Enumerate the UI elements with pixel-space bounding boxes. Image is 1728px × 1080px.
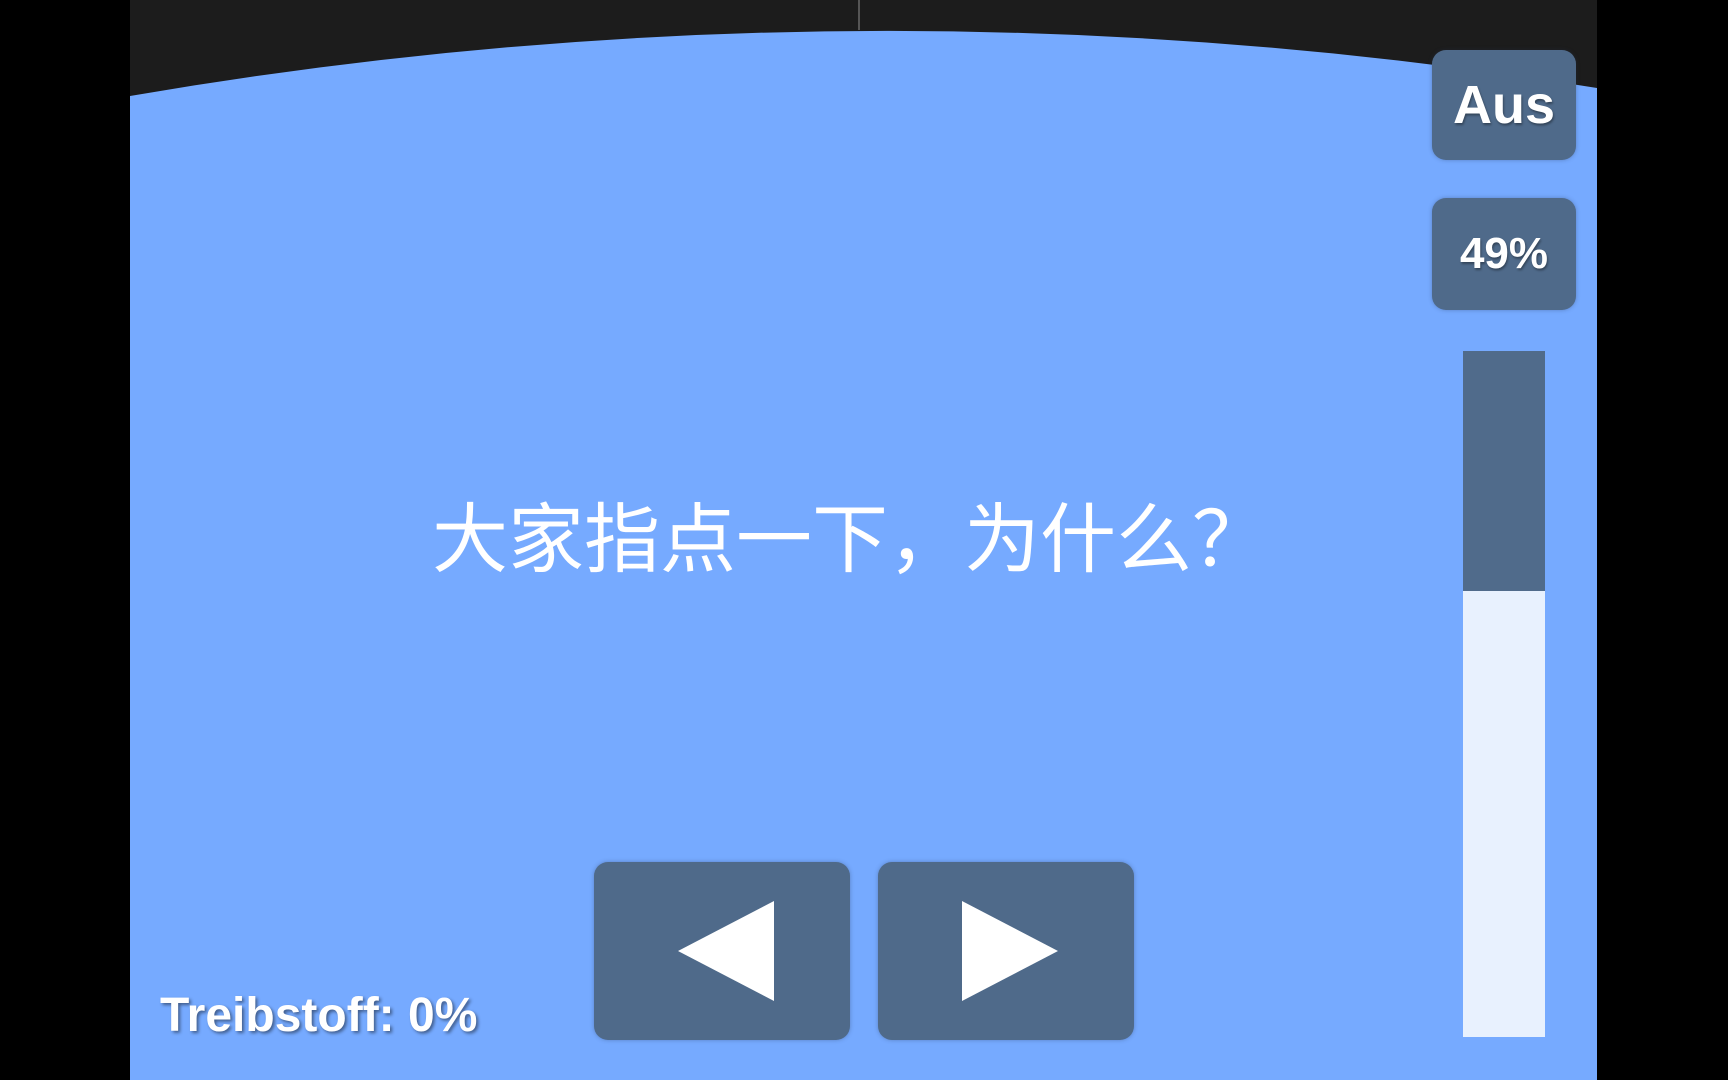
rotate-right-button[interactable] <box>878 862 1134 1040</box>
triangle-left-icon <box>678 901 774 1001</box>
rotate-left-button[interactable] <box>594 862 850 1040</box>
engine-toggle-button[interactable]: Aus <box>1432 50 1576 160</box>
engine-toggle-label: Aus <box>1452 75 1555 135</box>
throttle-slider[interactable] <box>1463 351 1545 1037</box>
letterbox-right <box>1597 0 1728 1080</box>
overlay-caption: 大家指点一下，为什么？ <box>432 495 1268 584</box>
triangle-right-icon <box>962 901 1058 1001</box>
letterbox-left <box>0 0 130 1080</box>
throttle-percent-label: 49% <box>1459 229 1549 278</box>
throttle-percent-readout: 49% <box>1432 198 1576 310</box>
throttle-slider-fill <box>1463 351 1545 592</box>
fuel-readout: Treibstoff: 0% <box>160 989 478 1042</box>
